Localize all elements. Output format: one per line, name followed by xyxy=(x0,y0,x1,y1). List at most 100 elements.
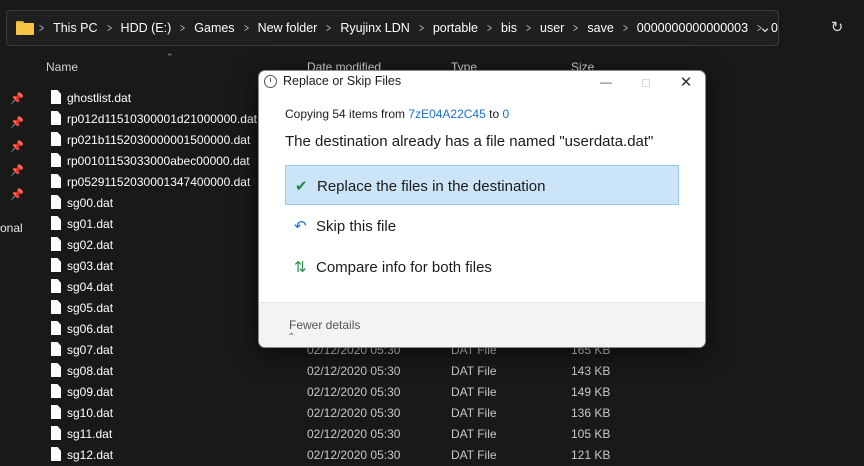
file-icon xyxy=(51,216,61,230)
clock-icon xyxy=(264,75,277,88)
sidebar-item-label[interactable]: onal xyxy=(0,221,23,235)
file-name: rp021b1152030000001500000.dat xyxy=(67,133,251,147)
breadcrumb-item[interactable]: New folder xyxy=(258,21,318,35)
compare-files-option[interactable]: ⇅ Compare info for both files xyxy=(285,247,679,287)
chevron-right-icon[interactable]: > xyxy=(623,21,628,35)
undo-icon: ↶ xyxy=(294,218,307,235)
breadcrumb-item[interactable]: Ryujinx LDN xyxy=(340,21,409,35)
file-type: DAT File xyxy=(451,427,497,441)
pin-icon[interactable]: 📌 xyxy=(10,92,24,106)
file-name: sg11.dat xyxy=(67,427,113,441)
file-icon xyxy=(51,342,61,356)
breadcrumb-item[interactable]: This PC xyxy=(53,21,97,35)
dialog-title: Replace or Skip Files xyxy=(283,74,402,88)
chevron-down-icon[interactable]: ⌄ xyxy=(752,14,778,40)
maximize-button: ◻ xyxy=(641,75,651,89)
file-name: sg02.dat xyxy=(67,238,114,252)
option-label: Compare info for both files xyxy=(316,259,492,276)
file-name: sg08.dat xyxy=(67,364,114,378)
file-icon xyxy=(51,363,61,377)
option-label: Skip this file xyxy=(316,218,397,235)
dialog-footer: ⌃ Fewer details xyxy=(259,303,705,347)
replace-files-option[interactable]: ✔ Replace the files in the destination xyxy=(285,165,679,205)
file-icon xyxy=(51,153,61,167)
destination-link[interactable]: 0 xyxy=(502,107,509,121)
breadcrumb-item[interactable]: HDD (E:) xyxy=(121,21,172,35)
refresh-icon[interactable]: ↻ xyxy=(824,14,850,40)
source-link[interactable]: 7zE04A22C45 xyxy=(408,107,485,121)
compare-icon: ⇅ xyxy=(294,259,307,276)
file-type: DAT File xyxy=(451,448,497,462)
file-icon xyxy=(51,195,61,209)
fewer-details-label: Fewer details xyxy=(289,318,361,332)
file-row[interactable]: sg11.dat 02/12/2020 05:30 DAT File 105 KB xyxy=(46,424,686,445)
file-icon xyxy=(51,237,61,251)
pin-icon[interactable]: 📌 xyxy=(10,140,24,154)
chevron-right-icon[interactable]: > xyxy=(244,21,249,35)
file-name: sg07.dat xyxy=(67,343,114,357)
fewer-details-toggle[interactable]: ⌃ Fewer details xyxy=(287,318,361,343)
pin-icon[interactable]: 📌 xyxy=(10,116,24,130)
file-icon xyxy=(51,426,61,440)
file-row[interactable]: sg08.dat 02/12/2020 05:30 DAT File 143 KB xyxy=(46,361,686,382)
file-icon xyxy=(51,321,61,335)
breadcrumb-item[interactable]: user xyxy=(540,21,564,35)
chevron-right-icon[interactable]: > xyxy=(326,21,331,35)
address-bar[interactable]: > This PC > HDD (E:) > Games > New folde… xyxy=(6,10,779,46)
file-type: DAT File xyxy=(451,385,497,399)
chevron-right-icon: > xyxy=(39,21,45,35)
breadcrumb-item[interactable]: save xyxy=(587,21,613,35)
file-size: 136 KB xyxy=(571,406,611,420)
breadcrumb: > This PC > HDD (E:) > Games > New folde… xyxy=(30,21,778,35)
copying-prefix: Copying 54 items from xyxy=(285,107,406,121)
dialog-titlebar[interactable]: Replace or Skip Files — ◻ ✕ xyxy=(259,71,705,93)
file-size: 105 KB xyxy=(571,427,611,441)
file-name: rp05291152030001347400000.dat xyxy=(67,175,251,189)
file-name: sg06.dat xyxy=(67,322,114,336)
chevron-right-icon[interactable]: > xyxy=(180,21,185,35)
file-size: 149 KB xyxy=(571,385,611,399)
chevron-right-icon[interactable]: > xyxy=(573,21,578,35)
file-size: 121 KB xyxy=(571,448,611,462)
file-row[interactable]: sg09.dat 02/12/2020 05:30 DAT File 149 KB xyxy=(46,382,686,403)
file-name: ghostlist.dat xyxy=(67,91,132,105)
file-name: rp012d11510300001d21000000.dat xyxy=(67,112,257,126)
file-date: 02/12/2020 05:30 xyxy=(307,364,401,378)
file-date: 02/12/2020 05:30 xyxy=(307,406,401,420)
breadcrumb-item[interactable]: Games xyxy=(194,21,234,35)
folder-icon xyxy=(16,21,34,35)
breadcrumb-item[interactable]: portable xyxy=(433,21,478,35)
file-icon xyxy=(51,447,61,461)
file-type: DAT File xyxy=(451,364,497,378)
file-row[interactable]: sg10.dat 02/12/2020 05:30 DAT File 136 KB xyxy=(46,403,686,424)
file-icon xyxy=(51,258,61,272)
minimize-button[interactable]: — xyxy=(586,71,626,93)
pin-icon[interactable]: 📌 xyxy=(10,164,24,178)
breadcrumb-item[interactable]: bis xyxy=(501,21,517,35)
file-type: DAT File xyxy=(451,406,497,420)
file-icon xyxy=(51,90,61,104)
file-name: sg03.dat xyxy=(67,259,114,273)
chevron-right-icon[interactable]: > xyxy=(419,21,424,35)
copying-status: Copying 54 items from 7zE04A22C45 to 0 xyxy=(285,107,509,121)
breadcrumb-item[interactable]: 0000000000000003 xyxy=(637,21,748,35)
file-icon xyxy=(51,405,61,419)
replace-skip-dialog: Replace or Skip Files — ◻ ✕ Copying 54 i… xyxy=(258,70,706,348)
file-name: sg10.dat xyxy=(67,406,114,420)
pin-icon[interactable]: 📌 xyxy=(10,188,24,202)
file-date: 02/12/2020 05:30 xyxy=(307,427,401,441)
file-icon xyxy=(51,111,61,125)
column-header-name[interactable]: Name xyxy=(46,60,78,78)
chevron-right-icon[interactable]: > xyxy=(526,21,531,35)
chevron-up-icon: ⌃ xyxy=(287,332,296,343)
file-name: sg00.dat xyxy=(67,196,114,210)
file-row[interactable]: sg12.dat 02/12/2020 05:30 DAT File 121 KB xyxy=(46,445,686,466)
close-button[interactable]: ✕ xyxy=(666,71,705,93)
chevron-right-icon[interactable]: > xyxy=(487,21,492,35)
file-icon xyxy=(51,384,61,398)
file-icon xyxy=(51,132,61,146)
chevron-right-icon[interactable]: > xyxy=(107,21,112,35)
conflict-message: The destination already has a file named… xyxy=(285,133,654,150)
skip-file-option[interactable]: ↶ Skip this file xyxy=(285,206,679,246)
file-date: 02/12/2020 05:30 xyxy=(307,448,401,462)
